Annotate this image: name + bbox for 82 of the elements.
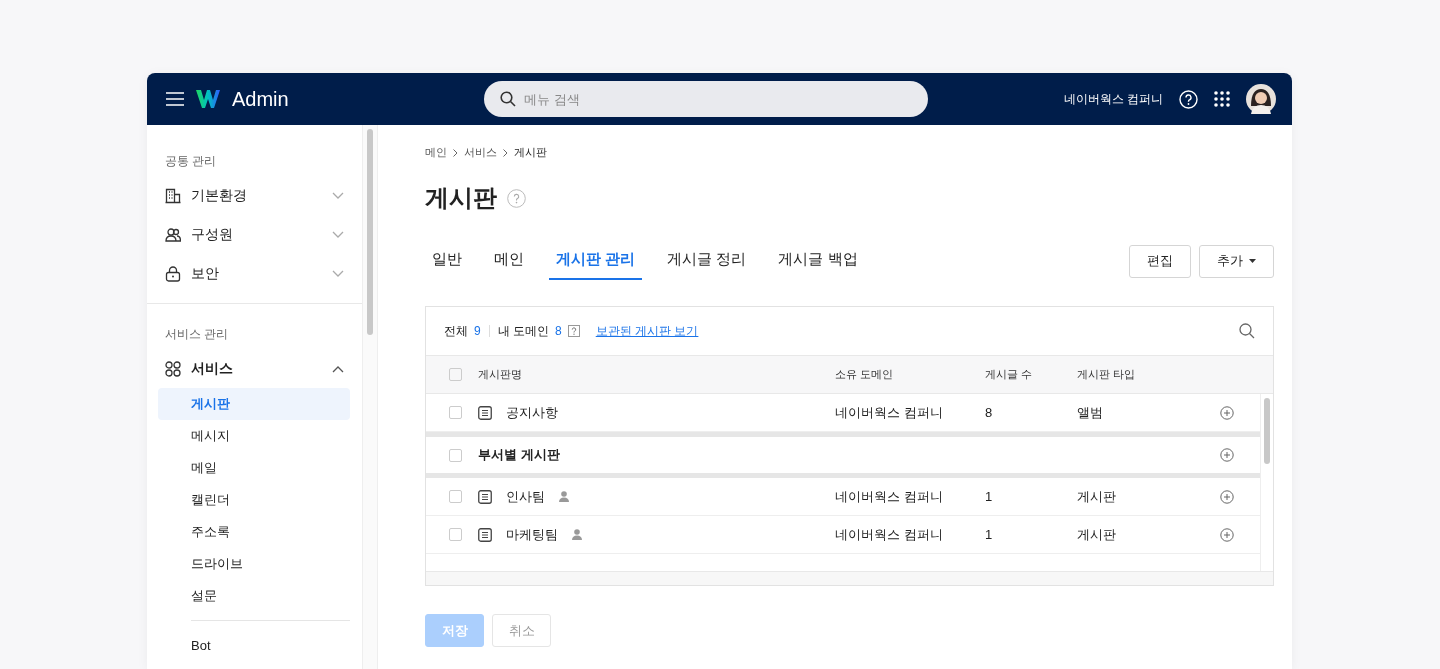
logo-icon [196,90,220,108]
chevron-up-icon [332,364,344,373]
page-title: 게시판 [425,183,497,213]
add-dropdown-button[interactable]: 추가 [1199,244,1274,278]
total-label: 전체 [444,322,468,340]
domain-label: 내 도메인 [497,322,550,340]
document-icon [478,405,492,420]
avatar[interactable] [1246,84,1276,114]
table-cell-text: 네이버웍스 컴퍼니 [835,487,944,506]
chevron-right-icon [503,148,508,157]
board-name[interactable]: 마케팅팀 [506,525,558,544]
search-field[interactable]: 메뉴 검색 [484,81,928,117]
sidebar-subitem[interactable]: Bot [158,629,350,661]
table-cell-text: 게시판 [1077,487,1117,506]
table-cell-text: 네이버웍스 컴퍼니 [835,403,944,422]
people-icon [165,226,181,243]
sidebar-item[interactable]: 서비스 [147,349,362,388]
tab[interactable]: 게시판 관리 [549,242,643,280]
column-header: 게시판명 [478,367,523,382]
scrollbar[interactable] [1260,394,1273,571]
caret-icon [1249,259,1256,263]
chevron-down-icon [332,269,344,278]
table-cell-text: 네이버웍스 컴퍼니 [835,525,944,544]
search-icon [500,91,516,107]
sidebar-item[interactable]: 구성원 [147,215,362,254]
archived-boards-link[interactable]: 보관된 게시판 보기 [595,322,699,340]
section-label: 서비스 관리 [164,326,230,343]
document-icon [478,527,492,542]
checkbox[interactable] [449,528,462,541]
add-icon[interactable] [1220,448,1234,462]
chevron-down-icon [332,230,344,239]
checkbox[interactable] [449,448,462,462]
chevron-right-icon [453,148,458,157]
breadcrumb-item[interactable]: 메인 [425,145,447,160]
lock-icon [165,265,181,282]
app-name: Admin [232,87,289,111]
table-cell-text: 1 [985,527,994,542]
table-cell-text: 앨범 [1077,403,1104,422]
scrollbar[interactable] [426,571,1273,585]
section-label: 공통 관리 [164,153,218,170]
sidebar-subitem[interactable]: 메시지 [158,420,350,452]
add-icon[interactable] [1220,527,1234,542]
sidebar-item[interactable]: 기본환경 [147,176,362,215]
sidebar-subitem[interactable]: 캘린더 [158,484,350,516]
apps-grid-icon[interactable] [1214,91,1230,107]
document-icon [478,489,492,504]
sidebar-subitem[interactable]: 주소록 [158,516,350,548]
sidebar-subitem[interactable]: 드라이브 [158,548,350,580]
add-icon[interactable] [1220,489,1234,504]
edit-button[interactable]: 편집 [1129,244,1191,278]
board-name[interactable]: 인사팀 [506,487,545,506]
board-name[interactable]: 공지사항 [506,403,558,422]
total-count: 9 [474,324,481,338]
tab[interactable]: 게시글 백업 [771,242,865,280]
add-icon[interactable] [1220,405,1234,420]
column-header: 게시판 타입 [1077,367,1137,382]
company-name[interactable]: 네이버웍스 컴퍼니 [1063,90,1163,108]
sidebar-subitem[interactable]: 게시판 [158,388,350,420]
building-icon [165,187,181,204]
breadcrumb-item: 게시판 [514,145,547,160]
group-name: 부서별 게시판 [478,446,561,464]
sidebar-subitem[interactable]: 설문 [158,580,350,612]
chevron-down-icon [332,191,344,200]
checkbox[interactable] [449,406,462,419]
scrollbar[interactable] [362,125,378,669]
sidebar-subitem[interactable]: 메일 [158,452,350,484]
checkbox[interactable] [449,368,462,381]
menu-icon[interactable] [166,92,184,106]
apps-icon [165,360,181,377]
table-cell-text: 1 [985,489,994,504]
breadcrumb-item[interactable]: 서비스 [464,145,497,160]
column-header: 게시글 수 [985,367,1034,382]
tab[interactable]: 게시글 정리 [660,242,754,280]
table-cell-text: 게시판 [1077,525,1117,544]
search-icon[interactable] [1239,323,1255,339]
column-header: 소유 도메인 [835,367,895,382]
tab[interactable]: 일반 [425,242,469,280]
checkbox[interactable] [449,490,462,503]
domain-count: 8 [555,324,562,338]
table-cell-text: 8 [985,405,994,420]
tab[interactable]: 메인 [487,242,531,280]
sidebar-item[interactable]: 보안 [147,254,362,293]
